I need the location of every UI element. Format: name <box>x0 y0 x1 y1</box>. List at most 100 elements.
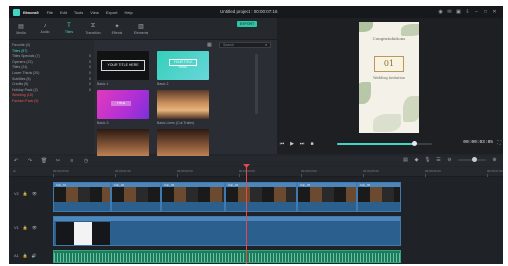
media-library-panel: ▤ Media ♪ Audio T Titles ⧖ Transition ✦ Effec… <box>9 18 277 158</box>
add-track-icon[interactable]: ⊞ <box>13 169 16 173</box>
previous-frame-icon[interactable]: ⏮ <box>277 141 287 147</box>
lock-icon[interactable]: 🔒 <box>23 191 28 196</box>
video-clip[interactable]: Clip_01 <box>53 182 111 212</box>
ruler-label: 00:00:05:00 <box>363 169 379 173</box>
speed-icon[interactable]: ◷ <box>79 158 93 164</box>
video-clip[interactable]: Clip_03 <box>161 182 225 212</box>
redo-icon[interactable]: ↷ <box>23 158 37 164</box>
title-thumbnail <box>97 129 149 158</box>
visibility-icon[interactable]: 👁 <box>32 225 37 230</box>
maximize-icon[interactable]: □ <box>481 9 490 15</box>
lock-icon[interactable]: 🔒 <box>23 225 28 230</box>
preview-heading: Congratulations <box>372 36 406 41</box>
minimize-icon[interactable]: – <box>472 9 481 15</box>
preview-badge: 01 <box>374 56 404 72</box>
undo-icon[interactable]: ↶ <box>9 158 23 164</box>
ruler-tick <box>53 174 54 177</box>
video-track-1[interactable] <box>53 216 401 246</box>
render-icon[interactable]: ▤ <box>400 157 411 163</box>
progress-fill <box>337 143 415 145</box>
menu-view[interactable]: View <box>90 10 99 15</box>
title-card[interactable] <box>157 129 209 158</box>
editor-window: filmora9 File Edit Tools View Export Hel… <box>9 6 503 264</box>
tab-elements[interactable]: ▧ Elements <box>129 18 153 39</box>
filter-icon[interactable]: ▦ <box>207 42 212 48</box>
track-header-a1: A1 🔒 🔊 <box>9 253 51 258</box>
playhead[interactable] <box>246 165 247 264</box>
ruler-tick <box>425 174 426 177</box>
floral-decoration <box>359 22 373 32</box>
search-input[interactable]: Search <box>219 42 271 48</box>
ruler-tick <box>363 174 364 177</box>
adjust-icon[interactable]: ≡ <box>65 158 79 164</box>
cut-icon[interactable]: ✂ <box>51 158 65 164</box>
ruler-label: 00:00:06:00 <box>425 169 441 173</box>
account-icon[interactable]: ◉ <box>436 9 445 15</box>
tab-audio[interactable]: ♪ Audio <box>33 18 57 39</box>
tab-effects[interactable]: ✦ Effects <box>105 18 129 39</box>
video-clip[interactable]: Clip_04 <box>225 182 297 212</box>
search-icon[interactable]: ⌕ <box>265 42 273 47</box>
progress-handle[interactable] <box>412 141 418 146</box>
export-button[interactable]: EXPORT <box>237 21 257 27</box>
download-icon[interactable]: ⇩ <box>463 9 472 15</box>
audio-clip[interactable] <box>53 250 401 263</box>
video-clip[interactable]: Clip_02 <box>111 182 161 212</box>
zoom-out-icon[interactable]: ⊖ <box>444 157 455 163</box>
ruler-label: 00:00:07:00 <box>487 169 503 173</box>
track-label: V2 <box>14 191 19 196</box>
visibility-icon[interactable]: 👁 <box>32 191 37 196</box>
menu-file[interactable]: File <box>47 10 53 15</box>
zoom-in-icon[interactable]: ⊕ <box>489 157 500 163</box>
delete-icon[interactable]: 🗑 <box>37 158 51 164</box>
video-clip[interactable]: Clip_06 <box>357 182 401 212</box>
title-thumbnail: TITLE <box>97 90 149 119</box>
title-card[interactable]: YOUR TITLE HERE Basic 1 <box>97 51 149 86</box>
stop-icon[interactable]: ■ <box>307 141 317 147</box>
title-card[interactable] <box>97 129 149 158</box>
folder-icon: ▤ <box>18 23 24 30</box>
playback-progress[interactable] <box>337 141 432 146</box>
speaker-icon[interactable]: 🔊 <box>32 253 37 258</box>
app-name: filmora9 <box>23 9 39 15</box>
mixer-icon[interactable]: ☰ <box>433 157 444 163</box>
tab-media[interactable]: ▤ Media <box>9 18 33 39</box>
library-scrollbar[interactable] <box>255 54 258 114</box>
title-card[interactable]: YOUR TITLE HERE Basic 2 <box>157 51 209 86</box>
marker-icon[interactable]: ◆ <box>411 157 422 163</box>
elements-icon: ▧ <box>138 23 144 30</box>
timecode: 00:00:03:05 <box>463 140 493 145</box>
title-thumbnail: YOUR TITLE HERE <box>157 51 209 80</box>
tab-titles[interactable]: T Titles <box>57 18 81 39</box>
tab-transition[interactable]: ⧖ Transition <box>81 18 105 39</box>
app-logo-icon <box>13 8 20 16</box>
notification-icon[interactable]: ✉ <box>445 9 454 15</box>
window-controls: ◉ ✉ ▣ ⇩ – □ ✕ <box>436 9 499 15</box>
menu-help[interactable]: Help <box>124 10 132 15</box>
menu-edit[interactable]: Edit <box>60 10 67 15</box>
ruler-tick <box>487 174 488 177</box>
track-header-v2: V2 🔒 👁 <box>9 191 51 196</box>
menu-tools[interactable]: Tools <box>74 10 83 15</box>
floral-decoration <box>401 24 419 36</box>
track-header-v1: V1 🔒 👁 <box>9 225 51 230</box>
menu-export[interactable]: Export <box>106 10 118 15</box>
time-ruler[interactable]: ⊞ 00:00:00:00 00:00:01:00 00:00:02:00 00:00… <box>9 167 503 177</box>
floral-decoration <box>373 114 401 132</box>
zoom-handle[interactable] <box>472 157 478 162</box>
zoom-slider[interactable] <box>458 157 486 162</box>
category-tree: Favorite (0) Titles (87) Titles Specials… <box>9 40 94 154</box>
save-icon[interactable]: ▣ <box>454 9 463 15</box>
lock-icon[interactable]: 🔒 <box>23 253 28 258</box>
voiceover-icon[interactable]: 🎙 <box>422 157 433 163</box>
title-card[interactable]: TITLE Basic 3 <box>97 90 149 125</box>
video-clip[interactable]: Clip_05 <box>297 182 357 212</box>
timeline: ⊞ 00:00:00:00 00:00:01:00 00:00:02:00 00:00… <box>9 167 503 264</box>
fullscreen-icon[interactable]: ⛶ <box>497 140 501 146</box>
tree-item[interactable]: Fashion Pack (9) <box>12 99 91 105</box>
title-card[interactable]: Basic Lines (Cut Trailer) <box>157 90 209 125</box>
next-frame-icon[interactable]: ⏭ <box>297 141 307 147</box>
play-icon[interactable]: ▶ <box>287 141 297 147</box>
text-icon: T <box>67 23 71 29</box>
close-icon[interactable]: ✕ <box>490 9 499 15</box>
